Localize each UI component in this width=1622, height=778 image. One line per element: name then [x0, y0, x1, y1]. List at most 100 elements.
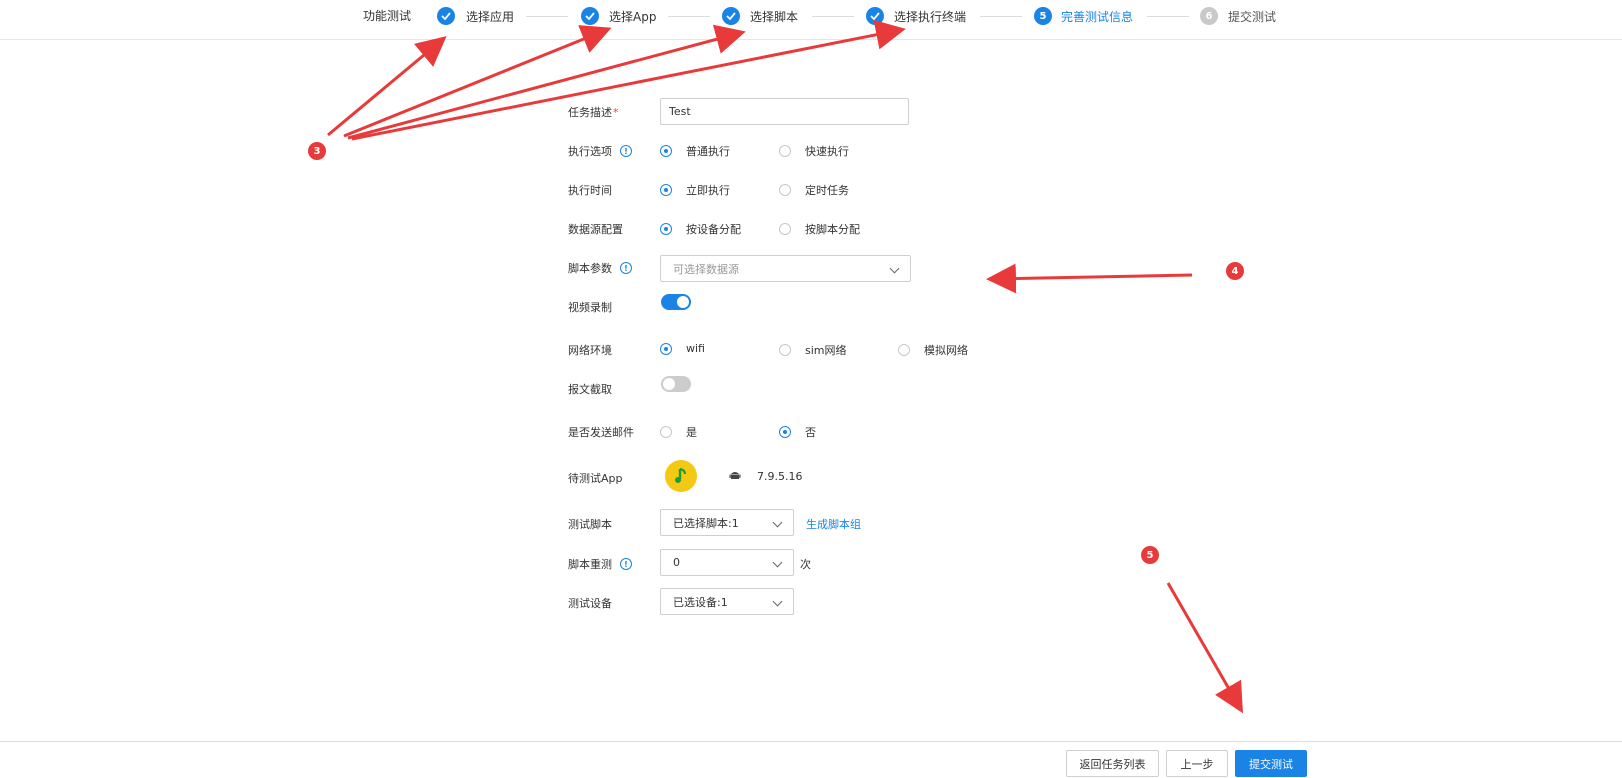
radio-dot [779, 426, 791, 438]
steps-bar: 功能测试 选择应用 选择App 选择脚本 选择执行终端 5 完善测试信息 6 提… [0, 0, 1622, 40]
android-icon [729, 472, 741, 479]
step-select-script: 选择脚本 [750, 10, 799, 24]
radio-label: 按设备分配 [686, 223, 741, 236]
chevron-down-icon [889, 263, 900, 274]
page-title: 功能测试 [363, 9, 412, 23]
toggle-knob [677, 296, 689, 308]
radio-normal-exec[interactable]: 普通执行 [660, 143, 730, 159]
script-label-text: 测试脚本 [568, 518, 612, 531]
exec-time-label-text: 执行时间 [568, 184, 612, 197]
step-connector [1147, 16, 1189, 17]
info-icon[interactable]: ! [620, 558, 632, 570]
radio-label: 定时任务 [805, 184, 849, 197]
annotation-badge-3: 3 [308, 142, 326, 160]
email-label: 是否发送邮件 [568, 424, 634, 440]
radio-sim[interactable]: sim网络 [779, 342, 847, 358]
arrow-to-step-2 [343, 25, 612, 138]
step-connector [526, 16, 568, 17]
packet-label-text: 报文截取 [568, 383, 612, 396]
annotation-badge-4: 4 [1226, 262, 1244, 280]
radio-label: 是 [686, 426, 697, 439]
email-label-text: 是否发送邮件 [568, 426, 634, 439]
exec-option-label: 执行选项! [568, 143, 632, 159]
retry-label: 脚本重测! [568, 556, 632, 572]
chevron-down-icon [772, 517, 783, 528]
datasource-label-text: 数据源配置 [568, 223, 623, 236]
retry-unit: 次 [800, 558, 811, 571]
radio-dot [660, 223, 672, 235]
retry-label-text: 脚本重测 [568, 558, 612, 571]
app-version: 7.9.5.16 [757, 470, 803, 483]
radio-label: 按脚本分配 [805, 223, 860, 236]
task-desc-label-text: 任务描述 [568, 106, 612, 119]
radio-dot [660, 184, 672, 196]
info-icon[interactable]: ! [620, 262, 632, 274]
radio-dot [779, 184, 791, 196]
video-label-text: 视频录制 [568, 301, 612, 314]
back-to-task-list-button[interactable]: 返回任务列表 [1066, 750, 1159, 777]
network-label: 网络环境 [568, 342, 612, 358]
chevron-down-icon [772, 596, 783, 607]
video-toggle[interactable] [661, 294, 691, 310]
radio-label: wifi [686, 342, 705, 355]
radio-simulated-network[interactable]: 模拟网络 [898, 342, 968, 358]
chevron-down-icon [772, 557, 783, 568]
radio-dot [779, 344, 791, 356]
generate-script-group-link[interactable]: 生成脚本组 [806, 516, 861, 532]
select-value: 已选设备:1 [673, 595, 728, 609]
prev-step-button[interactable]: 上一步 [1166, 750, 1228, 777]
step-number-6: 6 [1200, 7, 1218, 25]
radio-dot [660, 145, 672, 157]
arrow-to-script-params [986, 263, 1193, 294]
step-select-app: 选择App [609, 10, 657, 24]
video-label: 视频录制 [568, 299, 612, 315]
task-desc-label: 任务描述 * [568, 104, 619, 120]
annotation-badge-5: 5 [1141, 546, 1159, 564]
select-value: 已选择脚本:1 [673, 516, 739, 530]
radio-fast-exec[interactable]: 快速执行 [779, 143, 849, 159]
radio-scheduled[interactable]: 定时任务 [779, 182, 849, 198]
task-desc-input[interactable] [660, 98, 909, 125]
step-complete-info: 完善测试信息 [1061, 10, 1134, 24]
radio-dot [660, 426, 672, 438]
info-icon[interactable]: ! [620, 145, 632, 157]
radio-dot [779, 145, 791, 157]
packet-label: 报文截取 [568, 381, 612, 397]
submit-test-button[interactable]: 提交测试 [1235, 750, 1307, 777]
app-label-text: 待测试App [568, 472, 623, 485]
required-mark: * [613, 105, 619, 119]
script-params-label-text: 脚本参数 [568, 262, 612, 275]
script-params-select[interactable]: 可选择数据源 [660, 255, 911, 282]
network-label-text: 网络环境 [568, 344, 612, 357]
device-label: 测试设备 [568, 595, 612, 611]
check-icon [437, 7, 455, 25]
step-connector [980, 16, 1022, 17]
radio-by-device[interactable]: 按设备分配 [660, 221, 741, 237]
step-number-5: 5 [1034, 7, 1052, 25]
radio-email-yes[interactable]: 是 [660, 424, 697, 440]
step-connector [812, 16, 854, 17]
device-select[interactable]: 已选设备:1 [660, 588, 794, 615]
check-icon [581, 7, 599, 25]
radio-wifi[interactable]: wifi [660, 342, 705, 355]
radio-label: 否 [805, 426, 816, 439]
retry-select[interactable]: 0 [660, 549, 794, 576]
packet-toggle[interactable] [661, 376, 691, 392]
arrow-to-submit [1166, 582, 1243, 714]
radio-by-script[interactable]: 按脚本分配 [779, 221, 860, 237]
check-icon [866, 7, 884, 25]
select-value: 0 [673, 556, 680, 569]
step-connector [668, 16, 710, 17]
check-icon [722, 7, 740, 25]
script-select[interactable]: 已选择脚本:1 [660, 509, 794, 536]
radio-label: 模拟网络 [924, 344, 968, 357]
radio-immediate[interactable]: 立即执行 [660, 182, 730, 198]
radio-email-no[interactable]: 否 [779, 424, 816, 440]
app-label: 待测试App [568, 470, 623, 486]
arrow-to-step-1 [327, 36, 447, 137]
script-params-label: 脚本参数! [568, 260, 632, 276]
datasource-label: 数据源配置 [568, 221, 623, 237]
toggle-knob [663, 378, 675, 390]
exec-option-label-text: 执行选项 [568, 145, 612, 158]
radio-label: 立即执行 [686, 184, 730, 197]
